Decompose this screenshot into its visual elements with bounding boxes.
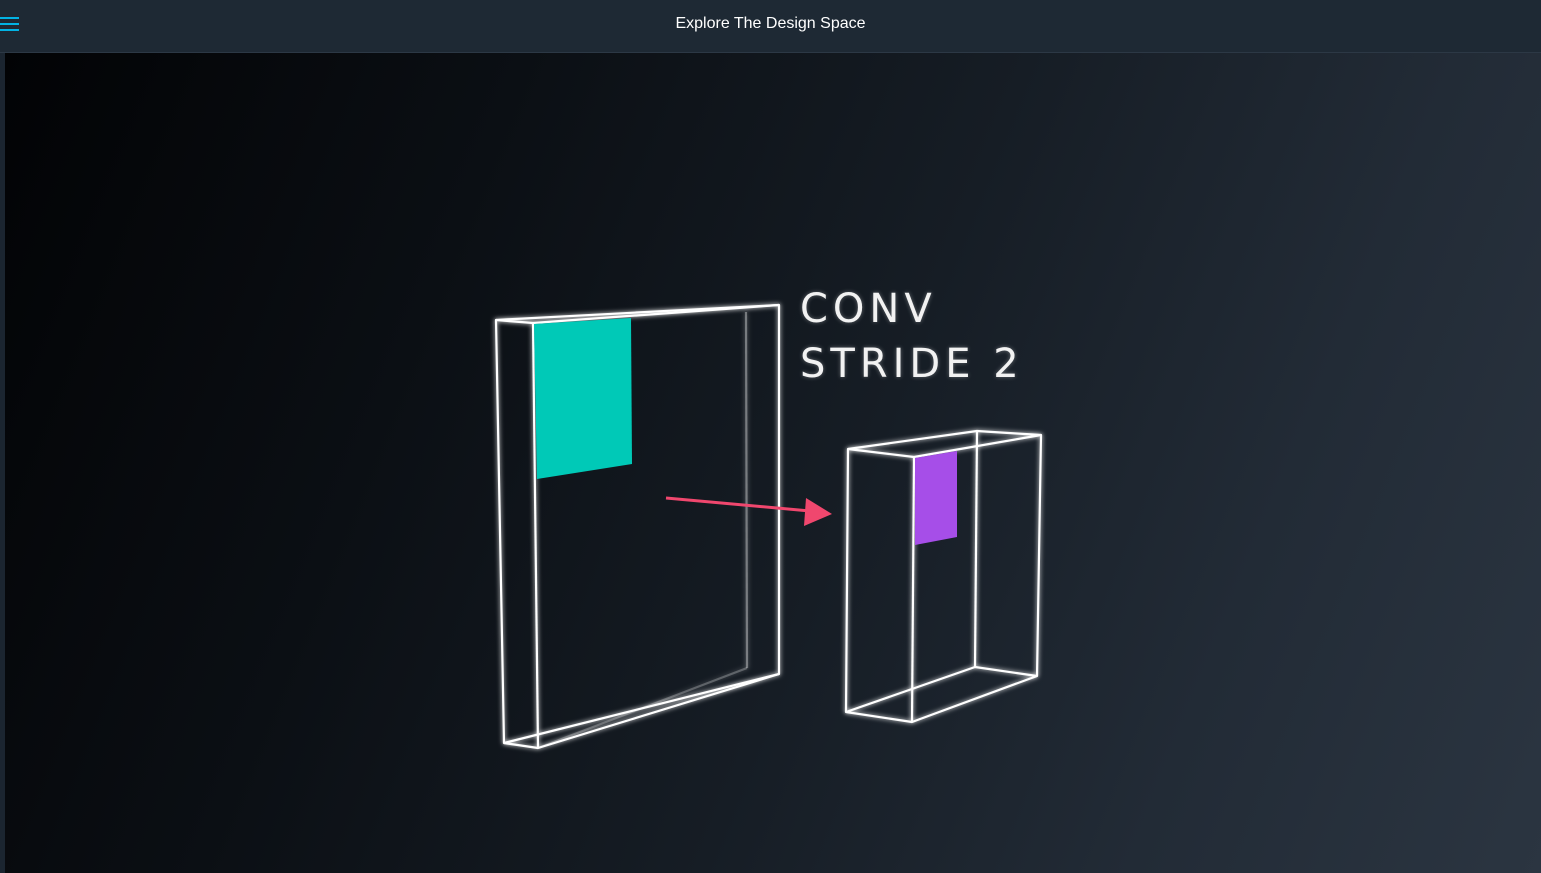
input-patch xyxy=(534,318,632,479)
conv-stride-illustration xyxy=(494,303,1043,750)
arrow-icon xyxy=(665,496,832,526)
caption-line-2: STRIDE 2 xyxy=(800,341,1024,387)
top-bar: Explore The Design Space xyxy=(0,0,1541,53)
video-frame[interactable]: CONV STRIDE 2 xyxy=(5,53,1541,873)
page-title: Explore The Design Space xyxy=(675,15,866,32)
caption-line-1: CONV xyxy=(800,286,937,332)
output-patch xyxy=(915,451,957,545)
